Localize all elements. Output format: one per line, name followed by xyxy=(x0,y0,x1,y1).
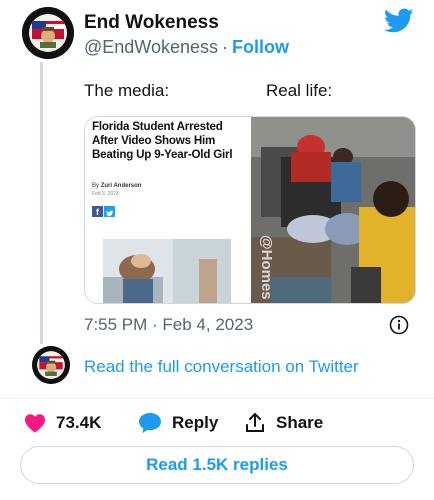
share-icon xyxy=(246,412,264,432)
share-label: Share xyxy=(276,413,324,432)
like-count: 73.4K xyxy=(56,413,102,432)
caption-media: The media: xyxy=(84,81,170,100)
follow-button[interactable]: Follow xyxy=(232,37,289,57)
article-photo xyxy=(103,239,231,303)
article-byline: By Zuri Anderson xyxy=(92,183,141,189)
article-date: Feb 3, 2023 xyxy=(92,191,119,197)
article-headline: Florida Student Arrested After Video Sho… xyxy=(92,120,233,161)
video-still[interactable]: @Homes xyxy=(251,117,415,303)
read-replies-label: Read 1.5K replies xyxy=(146,455,288,474)
author-handle[interactable]: @EndWokeness xyxy=(84,37,218,57)
facebook-icon: f xyxy=(92,206,103,217)
author-name[interactable]: End Wokeness xyxy=(84,12,219,34)
reply-label: Reply xyxy=(172,413,219,432)
info-icon[interactable] xyxy=(389,315,409,335)
tweet-media[interactable]: Florida Student Arrested After Video Sho… xyxy=(84,116,416,304)
thread-line xyxy=(40,62,43,344)
reply-bubble-icon xyxy=(139,413,161,433)
heart-icon xyxy=(25,414,45,433)
separator-dot: · xyxy=(222,37,229,57)
avatar[interactable] xyxy=(22,7,74,59)
divider xyxy=(0,398,434,399)
read-conversation-link[interactable]: Read the full conversation on Twitter xyxy=(84,357,359,377)
tweet-timestamp[interactable]: 7:55 PM · Feb 4, 2023 xyxy=(84,315,253,335)
share-button[interactable]: Share xyxy=(244,410,323,436)
article-screenshot: Florida Student Arrested After Video Sho… xyxy=(85,117,249,303)
handle-row: @EndWokeness · Follow xyxy=(84,37,289,58)
avatar-badge-icon xyxy=(32,346,70,384)
video-watermark: @Homes xyxy=(258,235,275,300)
byline-prefix: By xyxy=(92,183,100,189)
avatar-badge-icon xyxy=(22,7,74,59)
read-replies-button[interactable]: Read 1.5K replies xyxy=(20,446,414,484)
article-author: Zuri Anderson xyxy=(100,183,142,189)
avatar-small[interactable] xyxy=(32,346,70,384)
twitter-bird-icon[interactable] xyxy=(384,8,414,34)
reply-button[interactable]: Reply xyxy=(138,410,218,436)
video-frame xyxy=(251,117,415,303)
twitter-share-icon xyxy=(104,206,115,217)
like-button[interactable]: 73.4K xyxy=(24,410,101,436)
caption-real-life: Real life: xyxy=(266,81,333,100)
